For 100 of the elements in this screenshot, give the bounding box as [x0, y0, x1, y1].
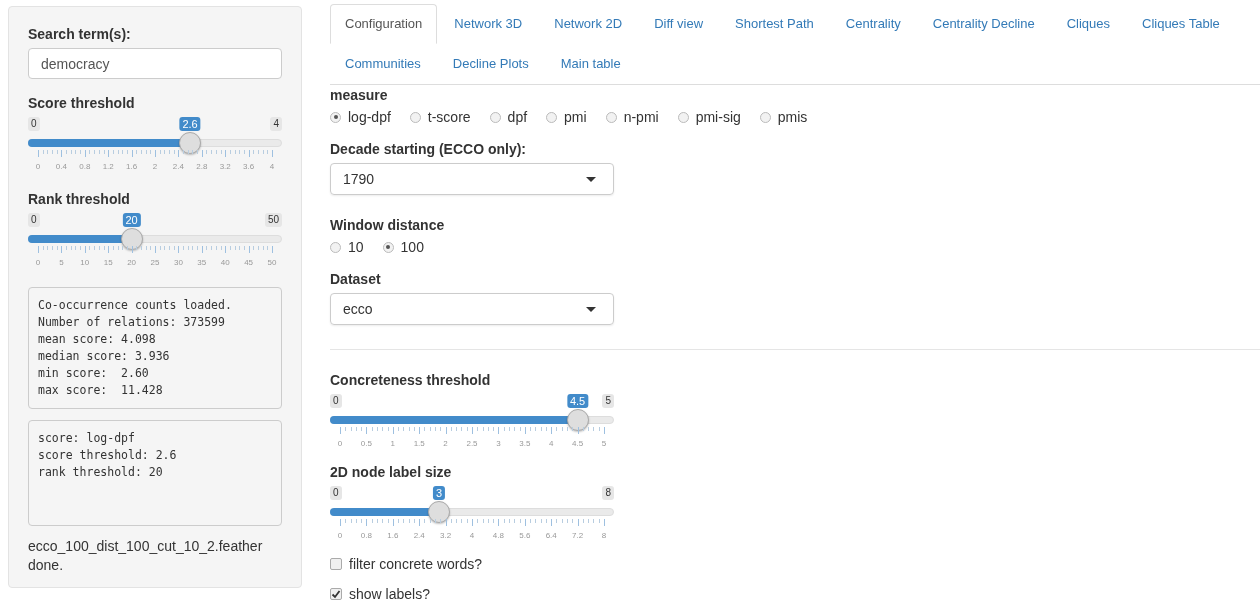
slider-label: 2D node label size: [330, 464, 453, 480]
tick-label: 2.4: [413, 531, 425, 541]
tab[interactable]: Shortest Path: [720, 4, 829, 44]
tick-label: 3: [496, 439, 501, 449]
slider-label: Rank threshold: [28, 191, 131, 207]
slider-value: 20: [122, 213, 141, 227]
slider-min-label: 0: [28, 213, 40, 227]
tick-label: 0: [35, 258, 41, 268]
tick-label: 1.5: [413, 439, 425, 449]
tick-label: 6.4: [545, 531, 557, 541]
slider-value: 2.6: [179, 117, 201, 131]
slider-label: Concreteness threshold: [330, 372, 492, 388]
tick-label: 30: [173, 258, 183, 268]
radio-button[interactable]: [605, 111, 617, 123]
select-field[interactable]: 1790: [330, 163, 614, 195]
tick-label: 5.6: [519, 531, 531, 541]
tab[interactable]: Network 3D: [439, 4, 538, 44]
checkbox[interactable]: [330, 558, 342, 570]
field-label: Dataset: [330, 271, 382, 287]
tick-label: 1.2: [102, 162, 114, 172]
select-field[interactable]: ecco: [330, 293, 614, 325]
tick-label: 4: [469, 531, 475, 541]
tab[interactable]: Cliques: [1051, 4, 1125, 44]
search-field[interactable]: democracy: [28, 48, 282, 79]
tick-label: 25: [150, 258, 160, 268]
output-text: Co-occurrence counts loaded. Number of relations: 373599 mean score: 4.098 median score: 3.936 min score: 2.60 max score: 11.428: [28, 287, 282, 409]
tick-label: 7.2: [572, 531, 584, 541]
tick-label: 0: [337, 531, 343, 541]
tick-label: 10: [80, 258, 90, 268]
tick-label: 35: [197, 258, 207, 268]
tick-label: 3.2: [219, 162, 231, 172]
tab[interactable]: Cliques Table: [1127, 4, 1235, 44]
tick-label: 0.8: [79, 162, 91, 172]
radio-button[interactable]: [677, 111, 689, 123]
slider-label: Score threshold: [28, 95, 136, 111]
field-label: Window distance: [330, 217, 446, 233]
slider-max-label: 8: [602, 486, 614, 500]
tick-label: 2: [152, 162, 158, 172]
radio-label: dpf: [507, 109, 528, 125]
tab[interactable]: Main table: [545, 44, 636, 84]
slider-min-label: 0: [330, 486, 342, 500]
checkbox[interactable]: [330, 588, 342, 600]
slider-value: 3: [432, 486, 446, 500]
radio-label: t-score: [427, 109, 471, 125]
radio-button[interactable]: [489, 111, 501, 123]
tab[interactable]: Centrality: [830, 4, 916, 44]
radio-label: pmi-sig: [695, 109, 741, 125]
output-text: score: log-dpf score threshold: 2.6 rank threshold: 20: [28, 420, 282, 526]
slider-track[interactable]: [28, 235, 282, 243]
slider-track[interactable]: [28, 139, 282, 147]
tick-label: 0: [337, 439, 343, 449]
tab[interactable]: Configuration: [330, 4, 438, 44]
radio-button[interactable]: [330, 241, 341, 253]
tab[interactable]: Centrality Decline: [917, 4, 1050, 44]
slider-handle[interactable]: [566, 409, 589, 431]
radio-label: pmi: [564, 109, 587, 125]
slider-max-label: 4: [270, 117, 282, 131]
slider-track[interactable]: [330, 508, 614, 516]
tick-label: 2.5: [466, 439, 478, 449]
tick-label: 40: [220, 258, 230, 268]
slider-min-label: 0: [330, 394, 342, 408]
tick-label: 50: [267, 258, 277, 268]
slider-max-label: 50: [264, 213, 282, 227]
slider-handle[interactable]: [120, 228, 143, 250]
radio-button[interactable]: [759, 111, 771, 123]
checkbox-label: filter concrete words?: [349, 556, 483, 572]
tick-label: 3.6: [243, 162, 255, 172]
tab[interactable]: Decline Plots: [437, 44, 544, 84]
tick-label: 2: [443, 439, 448, 449]
tick-label: 4: [548, 439, 554, 449]
tick-label: 8: [601, 531, 607, 541]
caret-icon: [586, 176, 596, 182]
radio-label: log-dpf: [348, 109, 391, 125]
slider-max-label: 5: [602, 394, 614, 408]
radio-label: 100: [400, 239, 424, 255]
tab[interactable]: Communities: [330, 44, 436, 84]
tab[interactable]: Diff view: [639, 4, 719, 44]
field-label: measure: [330, 87, 389, 103]
radio-button[interactable]: [382, 241, 394, 253]
field-label: Decade starting (ECCO only):: [330, 141, 528, 157]
tick-label: 4: [269, 162, 275, 172]
radio-button[interactable]: [330, 111, 341, 123]
tick-label: 5: [601, 439, 607, 449]
status-text: done.: [28, 556, 65, 575]
radio-button[interactable]: [409, 111, 421, 123]
tick-label: 20: [127, 258, 137, 268]
tick-label: 3.5: [519, 439, 531, 449]
radio-label: 10: [348, 239, 364, 255]
tick-label: 0.8: [360, 531, 372, 541]
tab[interactable]: Network 2D: [539, 4, 638, 44]
tick-label: 15: [103, 258, 113, 268]
radio-button[interactable]: [546, 111, 558, 123]
caret-icon: [586, 306, 596, 312]
tick-label: 0: [35, 162, 41, 172]
tick-label: 3.2: [440, 531, 452, 541]
slider-handle[interactable]: [179, 132, 202, 154]
slider-handle[interactable]: [428, 501, 450, 523]
tick-label: 5: [59, 258, 64, 268]
tick-label: 2.4: [172, 162, 184, 172]
tick-label: 1: [390, 439, 395, 449]
